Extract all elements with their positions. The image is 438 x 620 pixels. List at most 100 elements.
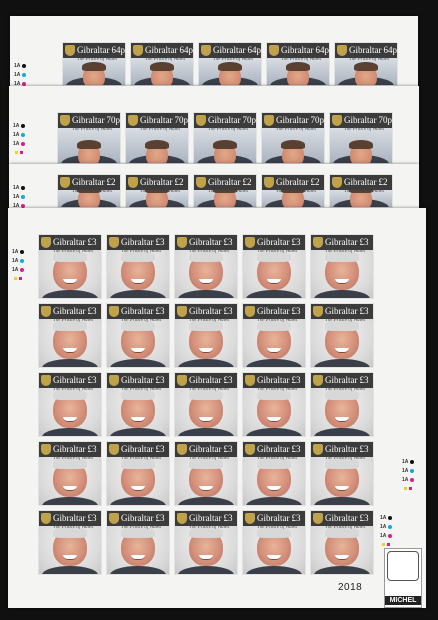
control-marks: 1A 1A 1A [402,458,415,494]
plate-number: 1A [380,515,387,521]
stamp-value: 64p [383,45,397,55]
stamp-header: Gibraltar £3 [311,304,373,319]
color-square [19,277,22,281]
color-square [20,151,23,155]
plate-number: 1A [13,141,20,147]
crest-icon [41,513,51,524]
stamp-header: Gibraltar £3 [243,442,305,457]
crest-icon [60,177,70,188]
color-dot [21,123,26,128]
country-name: Gibraltar [53,237,86,247]
suit [110,566,166,574]
country-name: Gibraltar [276,115,309,125]
stamp-subtitle: The Prince of Wales [208,189,249,194]
stamp-value: £3 [291,513,301,523]
hair [150,62,174,71]
stamp: Gibraltar 70p The Prince of Wales [57,112,121,164]
stamp-subtitle: The Prince of Wales [349,57,390,62]
country-name: Gibraltar [189,237,222,247]
crest-icon [313,237,323,248]
country-name: Gibraltar [189,306,222,316]
hair [218,62,242,71]
suit [178,497,234,505]
stamp: Gibraltar 64p The Prince of Wales [198,42,262,86]
stamp: Gibraltar £2 The Prince of Wales [261,174,325,208]
stamp-subtitle: The Prince of Wales [208,127,249,132]
country-name: Gibraltar [189,444,222,454]
stamp-subtitle: The Prince of Wales [344,189,385,194]
stamp-header: Gibraltar £3 [311,235,373,250]
color-dot [21,185,26,190]
portrait-photo [311,388,373,436]
stamp-subtitle: The Prince of Wales [121,456,162,461]
portrait-photo [311,457,373,505]
country-name: Gibraltar [213,45,246,55]
stamp-value: 70p [242,115,256,125]
country-name: Gibraltar [208,115,241,125]
stamp-subtitle: The Prince of Wales [325,387,366,392]
country-name: Gibraltar [121,306,154,316]
stamp-header: Gibraltar £3 [243,235,305,250]
crest-icon [245,444,255,455]
suit [246,566,302,574]
stamp-subtitle: The Prince of Wales [121,249,162,254]
plate-number: 1A [402,477,409,483]
stamp-subtitle: The Prince of Wales [257,525,298,530]
stamp-subtitle: The Prince of Wales [281,57,322,62]
portrait-photo [39,526,101,574]
stamp-header: Gibraltar 64p [63,43,125,58]
country-name: Gibraltar [121,444,154,454]
stamp-subtitle: The Prince of Wales [189,318,230,323]
portrait-photo [243,388,305,436]
stamp-value: £3 [291,444,301,454]
crest-icon [109,513,119,524]
stamp: Gibraltar 64p The Prince of Wales [130,42,194,86]
stamp: Gibraltar 70p The Prince of Wales [193,112,257,164]
stamp-value: £3 [155,444,165,454]
stamp: Gibraltar £3 The Prince of Wales [38,441,102,506]
stamp-value: £2 [106,177,116,187]
portrait-photo [335,58,397,85]
suit [42,428,98,436]
portrait-photo [243,250,305,298]
stamp-header: Gibraltar £3 [243,511,305,526]
crest-icon [41,306,51,317]
stamp: Gibraltar £2 The Prince of Wales [57,174,121,208]
stamp-value: 64p [247,45,261,55]
control-marks: 1A 1A 1A [13,122,26,158]
country-name: Gibraltar [325,513,358,523]
country-name: Gibraltar [344,115,377,125]
country-name: Gibraltar [325,237,358,247]
sheet-year: 2018 [338,582,363,593]
crest-icon [313,306,323,317]
suit [42,497,98,505]
stamp-subtitle: The Prince of Wales [276,189,317,194]
stamp-header: Gibraltar 70p [194,113,256,128]
stamp-header: Gibraltar £3 [39,373,101,388]
portrait-photo [107,319,169,367]
stamp-subtitle: The Prince of Wales [53,387,94,392]
stamp: Gibraltar £3 The Prince of Wales [310,372,374,437]
crest-icon [337,45,347,56]
stamp-header: Gibraltar 64p [267,43,329,58]
stamp-subtitle: The Prince of Wales [121,525,162,530]
suit [314,359,370,367]
crest-icon [60,115,70,126]
stamp-subtitle: The Prince of Wales [189,525,230,530]
portrait-photo [126,128,188,163]
plate-number: 1A [12,267,19,273]
color-square [15,151,18,155]
stamp-header: Gibraltar £3 [107,373,169,388]
suit [314,566,370,574]
stamp-header: Gibraltar £3 [175,442,237,457]
crest-icon [177,237,187,248]
suit [42,566,98,574]
stamp-header: Gibraltar 70p [58,113,120,128]
plate-number: 1A [402,468,409,474]
country-name: Gibraltar [257,237,290,247]
country-name: Gibraltar [53,513,86,523]
portrait-photo [262,128,324,163]
color-dot [410,477,415,482]
stamp-header: Gibraltar £3 [175,373,237,388]
stamp-subtitle: The Prince of Wales [257,456,298,461]
